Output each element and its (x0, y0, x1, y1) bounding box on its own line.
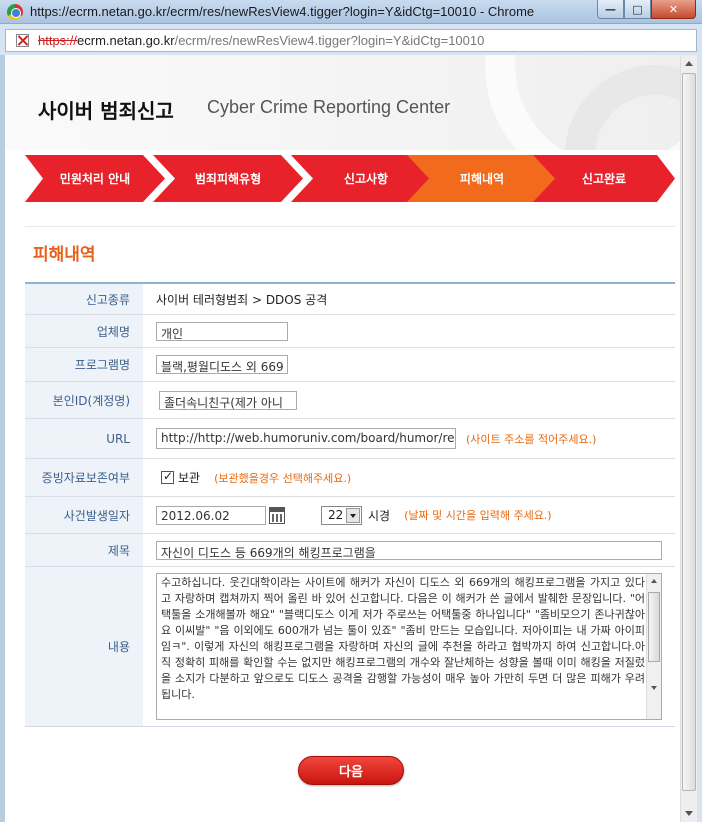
url-input[interactable]: http://http://web.humoruniv.com/board/hu… (156, 428, 456, 449)
calendar-icon[interactable] (269, 506, 285, 524)
row-account: 본인ID(계정명) 졸더속니친구(제가 아니 (25, 382, 675, 419)
hour-select[interactable]: 22 (321, 505, 362, 525)
chrome-logo-icon (7, 4, 23, 20)
row-report-type: 신고종류 사이버 테러형범죄 > DDOS 공격 (25, 284, 675, 315)
window-title: https://ecrm.netan.go.kr/ecrm/res/newRes… (30, 4, 535, 19)
brand-title: 사이버 범죄신고 (38, 99, 174, 123)
chevron-down-icon[interactable] (346, 507, 360, 523)
textarea-scroll-thumb[interactable] (648, 592, 660, 662)
page-scroll-thumb[interactable] (682, 73, 696, 791)
report-type-value: 사이버 테러형범죄 > DDOS 공격 (156, 292, 328, 307)
account-label: 본인ID(계정명) (25, 382, 143, 418)
textarea-scrollbar[interactable] (646, 574, 661, 719)
section-divider (25, 226, 675, 227)
minimize-button[interactable]: — (597, 0, 624, 19)
step-label: 민원처리 안내 (59, 172, 131, 186)
step-label: 피해내역 (459, 172, 505, 186)
close-button[interactable]: ✕ (651, 0, 696, 19)
hour-value: 22 (328, 508, 344, 522)
company-label: 업체명 (25, 315, 143, 347)
row-content: 내용 수고하십니다. 웃긴대학이라는 사이트에 해커가 자신이 디도스 외 66… (25, 567, 675, 726)
address-url[interactable]: https://ecrm.netan.go.kr/ecrm/res/newRes… (38, 33, 484, 48)
step-5: 신고완료 (533, 155, 675, 202)
url-protocol: https:// (38, 33, 78, 48)
subject-input[interactable]: 자신이 디도스 등 669개의 해킹프로그램을 (156, 540, 662, 560)
account-input[interactable]: 졸더속니친구(제가 아니 (159, 390, 297, 410)
report-type-label: 신고종류 (25, 284, 143, 314)
site-header: 사이버 범죄신고 Cyber Crime Reporting Center (5, 55, 680, 150)
date-label: 사건발생일자 (25, 497, 143, 533)
step-label: 신고사항 (343, 172, 389, 186)
row-company: 업체명 개인 (25, 315, 675, 348)
hour-suffix: 시경 (368, 508, 391, 523)
window-titlebar: https://ecrm.netan.go.kr/ecrm/res/newRes… (0, 0, 702, 24)
program-input[interactable]: 블랙,평월디도스 외 669 (156, 355, 288, 374)
date-hint: (날짜 및 시간을 입력해 주세요.) (404, 509, 552, 522)
window-controls: — □ ✕ (597, 0, 696, 19)
address-bar[interactable]: https://ecrm.netan.go.kr/ecrm/res/newRes… (5, 29, 697, 52)
subject-label: 제목 (25, 534, 143, 566)
scroll-down-icon[interactable] (681, 805, 697, 822)
content-text: 수고하십니다. 웃긴대학이라는 사이트에 해커가 자신이 디도스 외 669개의… (161, 576, 645, 701)
evidence-checkbox[interactable] (161, 469, 174, 484)
evidence-label: 증빙자료보존여부 (25, 459, 143, 496)
content-textarea[interactable]: 수고하십니다. 웃긴대학이라는 사이트에 해커가 자신이 디도스 외 669개의… (156, 573, 662, 720)
row-date: 사건발생일자 2012.06.02 22 시경 (날짜 및 시간을 입력해 주세… (25, 497, 675, 534)
company-input[interactable]: 개인 (156, 321, 288, 341)
step-2: 범죄피해유형 (153, 155, 303, 202)
report-form: 신고종류 사이버 테러형범죄 > DDOS 공격 업체명 개인 프로그램명 블랙… (25, 282, 675, 727)
url-label: URL (25, 419, 143, 458)
step-label: 신고완료 (581, 172, 627, 186)
row-url: URL http://http://web.humoruniv.com/boar… (25, 419, 675, 459)
content-label: 내용 (25, 567, 143, 726)
row-subject: 제목 자신이 디도스 등 669개의 해킹프로그램을 (25, 534, 675, 567)
brand-subtitle: Cyber Crime Reporting Center (207, 97, 451, 117)
url-hint: (사이트 주소를 적어주세요.) (466, 432, 597, 446)
evidence-hint: (보관했을경우 선택해주세요.) (214, 471, 352, 485)
section-title: 피해내역 (33, 245, 96, 265)
url-host: ecrm.netan.go.kr (77, 33, 175, 48)
step-progress: 민원처리 안내 범죄피해유형 신고사항 피해내역 신고완료 (25, 155, 675, 202)
evidence-checkbox-label[interactable]: 보관 (178, 469, 200, 486)
scroll-up-icon[interactable] (681, 55, 697, 72)
row-evidence: 증빙자료보존여부 보관 (보관했을경우 선택해주세요.) (25, 459, 675, 497)
page-scrollbar[interactable] (680, 55, 697, 822)
step-1: 민원처리 안내 (25, 155, 165, 202)
insecure-lock-icon[interactable] (16, 34, 29, 47)
next-button[interactable]: 다음 (298, 756, 404, 785)
url-path: /ecrm/res/newResView4.tigger?login=Y&idC… (174, 33, 485, 48)
step-label: 범죄피해유형 (194, 172, 262, 186)
maximize-button[interactable]: □ (624, 0, 651, 19)
date-input[interactable]: 2012.06.02 (156, 505, 266, 525)
row-program: 프로그램명 블랙,평월디도스 외 669 (25, 348, 675, 382)
program-label: 프로그램명 (25, 348, 143, 381)
